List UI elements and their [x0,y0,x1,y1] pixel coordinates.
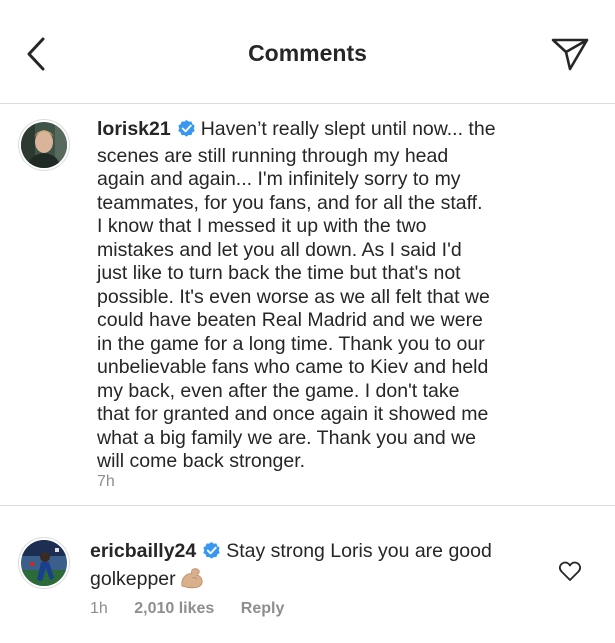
reply-button[interactable]: Reply [241,600,285,617]
share-button[interactable] [548,34,592,74]
caption-meta: 7h [97,473,137,491]
flexed-biceps-icon [179,567,205,596]
comment-likes[interactable]: 2,010 likes [134,600,214,617]
profile-photo-icon [21,540,67,586]
heart-icon [558,561,582,581]
comments-header: Comments [0,0,615,104]
verified-badge-icon [202,541,221,567]
comment-meta: 1h 2,010 likes Reply [90,600,306,618]
caption-timestamp: 7h [97,473,115,490]
verified-badge-icon [177,119,196,145]
comment-username[interactable]: ericbailly24 [90,540,196,562]
avatar[interactable] [21,540,67,586]
caption-body: lorisk21 Haven’t really slept until now..… [97,118,607,474]
direct-send-icon [551,38,589,71]
caption-username[interactable]: lorisk21 [97,118,171,140]
avatar[interactable] [21,122,67,168]
page-title: Comments [248,40,367,66]
profile-photo-icon [21,122,67,168]
like-button[interactable] [557,558,583,584]
post-caption: lorisk21 Haven’t really slept until now..… [0,104,615,506]
caption-text: Haven’t really slept until now... the sc… [97,118,496,472]
comment-timestamp: 1h [90,600,108,617]
comment-body: ericbailly24 Stay strong Loris you are go… [90,540,550,595]
